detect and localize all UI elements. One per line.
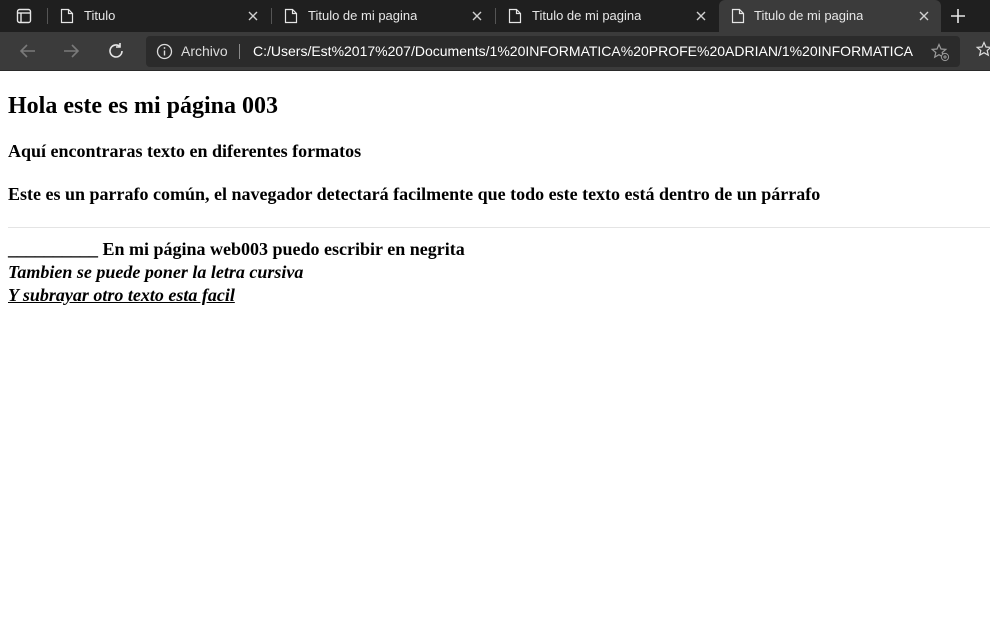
address-bar[interactable]: Archivo C:/Users/Est%2017%207/Documents/… bbox=[146, 36, 960, 67]
document-icon bbox=[284, 8, 298, 24]
tab-strip: Titulo Titulo de mi pagina Titulo de mi … bbox=[0, 0, 990, 32]
tab-actions-button[interactable] bbox=[0, 0, 48, 32]
add-favorite-icon[interactable] bbox=[930, 42, 950, 62]
close-icon[interactable] bbox=[694, 9, 708, 23]
tab-3[interactable]: Titulo de mi pagina bbox=[496, 0, 718, 32]
paragraph: Este es un parrafo común, el navegador d… bbox=[8, 184, 821, 204]
address-divider bbox=[239, 44, 240, 59]
favorites-icon[interactable] bbox=[975, 40, 990, 60]
tab-4-active[interactable]: Titulo de mi pagina bbox=[719, 0, 941, 32]
back-arrow-icon[interactable] bbox=[17, 40, 39, 62]
document-icon bbox=[508, 8, 522, 24]
tab-actions-icon bbox=[16, 8, 32, 24]
forward-arrow-icon[interactable] bbox=[60, 40, 82, 62]
horizontal-rule bbox=[8, 227, 990, 228]
browser-toolbar: Archivo C:/Users/Est%2017%207/Documents/… bbox=[0, 32, 990, 71]
tab-title: Titulo de mi pagina bbox=[532, 8, 642, 23]
italic-text: Tambien se puede poner la letra cursiva bbox=[8, 262, 304, 282]
bold-text: __________ En mi página web003 puedo esc… bbox=[8, 239, 465, 259]
refresh-icon[interactable] bbox=[105, 40, 127, 62]
tab-2[interactable]: Titulo de mi pagina bbox=[272, 0, 494, 32]
new-tab-icon[interactable] bbox=[946, 6, 970, 26]
tab-title: Titulo de mi pagina bbox=[308, 8, 418, 23]
info-icon[interactable] bbox=[156, 43, 173, 60]
close-icon[interactable] bbox=[917, 9, 931, 23]
page-heading: Hola este es mi página 003 bbox=[8, 93, 278, 119]
underlined-text: Y subrayar otro texto esta facil bbox=[8, 285, 235, 305]
close-icon[interactable] bbox=[470, 9, 484, 23]
document-icon bbox=[731, 8, 745, 24]
tab-title: Titulo de mi pagina bbox=[754, 8, 864, 23]
tab-title: Titulo bbox=[84, 8, 116, 23]
file-scheme-label: Archivo bbox=[181, 43, 228, 59]
page-subheading: Aquí encontraras texto en diferentes for… bbox=[8, 141, 362, 161]
document-icon bbox=[60, 8, 74, 24]
tab-1[interactable]: Titulo bbox=[48, 0, 270, 32]
close-icon[interactable] bbox=[246, 9, 260, 23]
url-text[interactable]: C:/Users/Est%2017%207/Documents/1%20INFO… bbox=[253, 36, 913, 67]
